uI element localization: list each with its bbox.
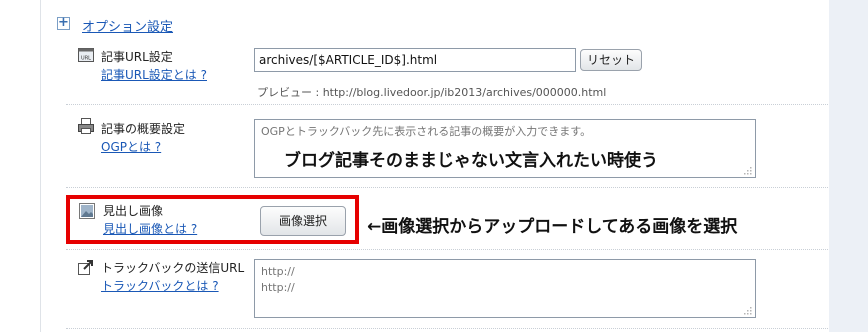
options-section-title[interactable]: オプション設定 <box>82 16 173 35</box>
summary-setting-label: 記事の概要設定 <box>101 122 186 136</box>
page-background-right <box>829 0 868 332</box>
svg-text:URL: URL <box>81 56 91 62</box>
url-setting-help-link[interactable]: 記事URL設定とは ? <box>101 66 207 83</box>
image-annotation: ←画像選択からアップロードしてある画像を選択 <box>367 217 738 237</box>
url-icon: URL <box>78 48 94 62</box>
row-divider <box>66 187 828 188</box>
article-url-input[interactable]: archives/[$ARTICLE_ID$].html <box>254 48 576 72</box>
highlight-box <box>66 195 359 244</box>
trackback-url-textarea[interactable] <box>254 259 756 318</box>
expand-icon[interactable]: + <box>57 16 70 30</box>
resize-grip-icon[interactable] <box>743 166 752 175</box>
reset-button[interactable]: リセット <box>580 49 642 71</box>
ogp-help-link[interactable]: OGPとは ? <box>101 138 161 155</box>
trackback-label: トラックバックの送信URL <box>101 261 245 275</box>
summary-icon <box>78 118 94 134</box>
trackback-help-link[interactable]: トラックバックとは ? <box>101 277 219 294</box>
row-divider <box>66 104 828 105</box>
row-divider <box>66 328 828 329</box>
resize-grip-icon[interactable] <box>743 306 752 315</box>
url-setting-label: 記事URL設定 <box>101 50 173 64</box>
summary-annotation: ブログ記事そのままじゃない文言入れたい時使う <box>284 151 658 171</box>
trackback-icon <box>78 260 93 275</box>
url-preview: プレビュー : http://blog.livedoor.jp/ib2013/a… <box>257 86 607 99</box>
row-divider <box>66 249 828 250</box>
